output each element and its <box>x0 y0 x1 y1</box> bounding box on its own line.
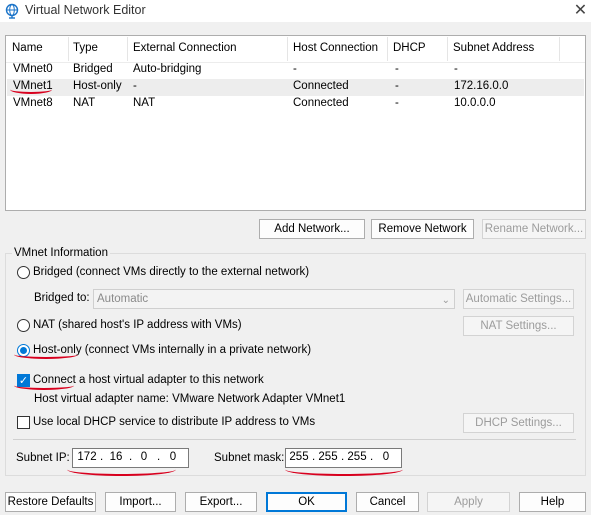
mask-dot: . <box>370 451 374 463</box>
subnet-ip-label: Subnet IP: <box>16 452 70 464</box>
cell-host-connection: - <box>293 63 297 75</box>
ip-dot: . <box>100 451 104 463</box>
cell-type: Bridged <box>73 63 113 75</box>
ip-octet[interactable]: 172 <box>76 451 98 463</box>
cell-name: VMnet0 <box>13 63 53 75</box>
column-header-name[interactable]: Name <box>12 42 43 54</box>
connect-adapter-description: a host virtual adapter to this network <box>75 374 264 386</box>
close-icon[interactable]: ✕ <box>570 0 591 22</box>
cancel-button[interactable]: Cancel <box>356 492 419 512</box>
cell-dhcp: - <box>395 80 399 92</box>
ip-octet[interactable]: 0 <box>133 451 155 463</box>
column-header-dhcp[interactable]: DHCP <box>393 42 426 54</box>
nat-settings-button[interactable]: NAT Settings... <box>463 316 574 336</box>
rename-network-button[interactable]: Rename Network... <box>482 219 586 239</box>
vmnet-information-group <box>5 253 586 476</box>
ip-dot: . <box>157 451 161 463</box>
bridged-label[interactable]: Bridged (connect VMs directly to the ext… <box>33 266 309 278</box>
column-divider[interactable] <box>559 37 560 61</box>
bridged-radio[interactable] <box>17 266 30 279</box>
cell-host-connection: Connected <box>293 97 349 109</box>
cell-subnet: 172.16.0.0 <box>454 80 509 92</box>
dhcp-checkbox[interactable] <box>17 416 30 429</box>
red-annotation-underline <box>14 381 74 390</box>
column-divider[interactable] <box>387 37 388 61</box>
add-network-button[interactable]: Add Network... <box>259 219 365 239</box>
ok-button[interactable]: OK <box>266 492 347 512</box>
cell-external-connection: Auto-bridging <box>133 63 202 75</box>
red-annotation-underline <box>10 85 52 94</box>
ip-octet[interactable]: 16 <box>105 451 127 463</box>
export-button[interactable]: Export... <box>185 492 257 512</box>
remove-network-button[interactable]: Remove Network <box>371 219 474 239</box>
mask-octet[interactable]: 255 <box>317 451 339 463</box>
column-header-external-connection[interactable]: External Connection <box>133 42 237 54</box>
section-divider <box>13 439 576 440</box>
cell-external-connection: - <box>133 80 137 92</box>
apply-button[interactable]: Apply <box>427 492 510 512</box>
column-divider[interactable] <box>447 37 448 61</box>
bridged-to-value: Automatic <box>97 293 149 305</box>
window-title: Virtual Network Editor <box>25 3 146 17</box>
table-row-vmnet0[interactable]: VMnet0 Bridged Auto-bridging - - - <box>7 62 584 79</box>
table-row-vmnet8[interactable]: VMnet8 NAT NAT Connected - 10.0.0.0 <box>7 96 584 113</box>
bridged-to-label: Bridged to: <box>34 292 90 304</box>
network-list[interactable]: Name Type External Connection Host Conne… <box>5 35 586 211</box>
red-annotation-underline <box>285 463 403 476</box>
network-globe-icon <box>5 3 19 19</box>
cell-dhcp: - <box>395 97 399 109</box>
host-only-description: (connect VMs internally in a private net… <box>81 344 312 356</box>
mask-octet[interactable]: 0 <box>375 451 397 463</box>
cell-type: Host-only <box>73 80 122 92</box>
restore-defaults-button[interactable]: Restore Defaults <box>5 492 96 512</box>
automatic-settings-button[interactable]: Automatic Settings... <box>463 289 574 309</box>
help-button[interactable]: Help <box>519 492 586 512</box>
nat-label[interactable]: NAT (shared host's IP address with VMs) <box>33 319 242 331</box>
column-divider[interactable] <box>68 37 69 61</box>
cell-type: NAT <box>73 97 96 109</box>
cell-dhcp: - <box>395 63 399 75</box>
ip-octet[interactable]: 0 <box>162 451 184 463</box>
mask-dot: . <box>341 451 345 463</box>
nat-radio[interactable] <box>17 319 30 332</box>
cell-subnet: - <box>454 63 458 75</box>
dhcp-label[interactable]: Use local DHCP service to distribute IP … <box>33 416 315 428</box>
chevron-down-icon: ⌄ <box>441 295 450 306</box>
bridged-to-select[interactable]: Automatic ⌄ <box>93 289 455 309</box>
column-header-type[interactable]: Type <box>73 42 98 54</box>
dhcp-settings-button[interactable]: DHCP Settings... <box>463 413 574 433</box>
adapter-name-text: Host virtual adapter name: VMware Networ… <box>34 393 346 405</box>
cell-host-connection: Connected <box>293 80 349 92</box>
column-divider[interactable] <box>127 37 128 61</box>
mask-octet[interactable]: 255 <box>346 451 368 463</box>
table-row-vmnet1[interactable]: VMnet1 Host-only - Connected - 172.16.0.… <box>7 79 584 96</box>
subnet-mask-label: Subnet mask: <box>214 452 285 464</box>
red-annotation-underline <box>67 463 176 476</box>
mask-dot: . <box>312 451 316 463</box>
column-header-subnet-address[interactable]: Subnet Address <box>453 42 534 54</box>
ip-dot: . <box>129 451 133 463</box>
cell-external-connection: NAT <box>133 97 156 109</box>
column-header-host-connection[interactable]: Host Connection <box>293 42 378 54</box>
red-annotation-underline <box>14 350 78 359</box>
cell-subnet: 10.0.0.0 <box>454 97 496 109</box>
column-divider[interactable] <box>287 37 288 61</box>
cell-name: VMnet8 <box>13 97 53 109</box>
import-button[interactable]: Import... <box>105 492 176 512</box>
mask-octet[interactable]: 255 <box>288 451 310 463</box>
group-title: VMnet Information <box>12 247 110 259</box>
